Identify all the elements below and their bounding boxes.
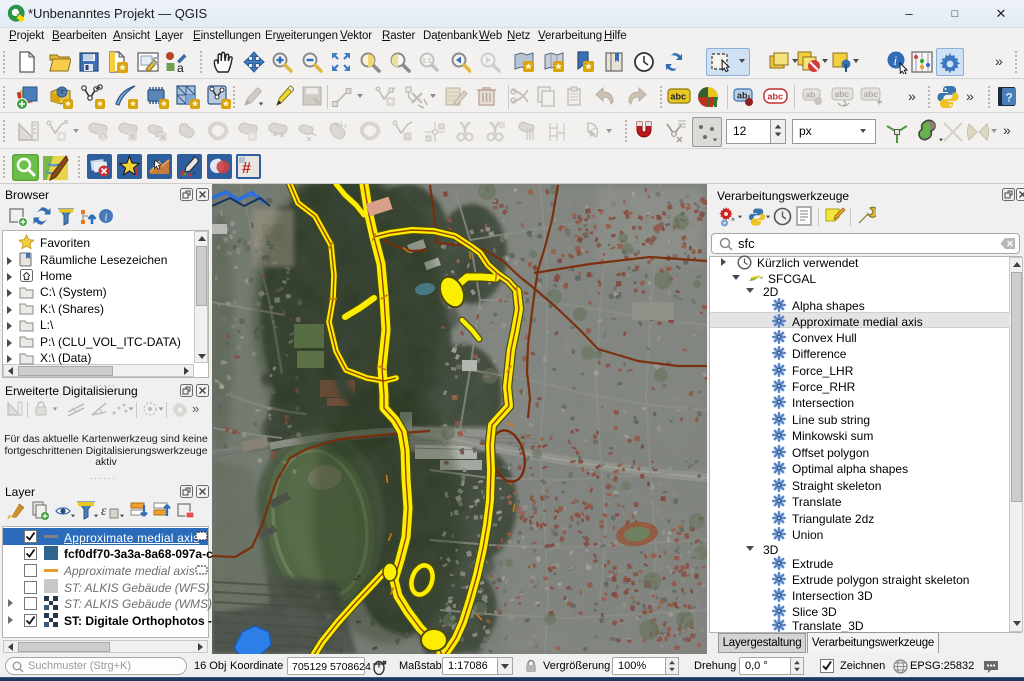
svg-text:abc: abc <box>864 89 879 99</box>
svg-text:ab: ab <box>806 90 816 100</box>
svg-text:abc: abc <box>835 89 850 99</box>
svg-text:a: a <box>177 61 184 73</box>
svg-text:?: ? <box>1006 91 1013 105</box>
svg-text:i: i <box>105 213 108 224</box>
svg-text:!: ! <box>134 164 138 179</box>
svg-text:i: i <box>894 53 898 68</box>
svg-text:abc: abc <box>671 92 687 102</box>
svg-text:ε: ε <box>101 504 107 519</box>
svg-text:abc: abc <box>768 92 784 102</box>
svg-text:1:1: 1:1 <box>422 58 432 65</box>
